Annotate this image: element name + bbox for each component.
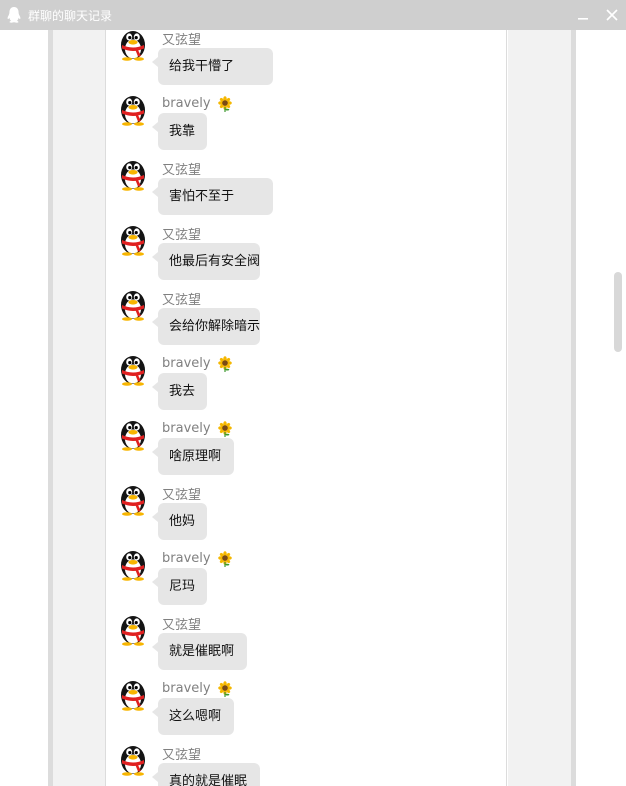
avatar[interactable] xyxy=(118,417,148,451)
message-text: 害怕不至于 xyxy=(169,189,235,204)
sender-name[interactable]: bravely xyxy=(162,356,211,371)
sunflower-icon xyxy=(217,96,233,112)
message-bubble[interactable]: 真的就是催眠 xyxy=(152,763,260,786)
chat-message: 又弦望 真的就是催眠 xyxy=(118,742,418,786)
sender-name[interactable]: 又弦望 xyxy=(162,228,201,243)
sender-name[interactable]: bravely xyxy=(162,551,211,566)
close-icon xyxy=(606,9,618,21)
title-bar[interactable]: 群聊的聊天记录 xyxy=(0,0,626,30)
avatar[interactable] xyxy=(118,612,148,646)
message-text: 会给你解除暗示 xyxy=(169,319,261,334)
sender-row: 又弦望 xyxy=(162,158,201,178)
message-text: 他最后有安全阀 xyxy=(169,254,261,269)
message-bubble[interactable]: 尼玛 xyxy=(152,568,207,605)
avatar[interactable] xyxy=(118,287,148,321)
bubble-tail xyxy=(152,382,158,392)
avatar[interactable] xyxy=(118,352,148,386)
bubble-tail xyxy=(152,317,158,327)
chat-message: 又弦望 他妈 xyxy=(118,482,418,547)
message-text: 这么嗯啊 xyxy=(169,709,222,724)
sender-row: bravely xyxy=(162,93,233,109)
message-text: 我靠 xyxy=(169,124,196,139)
sender-row: bravely xyxy=(162,678,233,694)
avatar[interactable] xyxy=(118,27,148,61)
sunflower-icon xyxy=(217,551,233,567)
avatar[interactable] xyxy=(118,157,148,191)
sender-row: bravely xyxy=(162,418,233,434)
sender-name[interactable]: 又弦望 xyxy=(162,488,201,503)
chat-message: 又弦望 他最后有安全阀 xyxy=(118,222,418,287)
bubble-tail xyxy=(152,577,158,587)
bubble-tail xyxy=(152,57,158,67)
sender-row: 又弦望 xyxy=(162,483,201,503)
bubble-tail xyxy=(152,512,158,522)
message-bubble[interactable]: 害怕不至于 xyxy=(152,178,273,215)
chat-message: 又弦望 会给你解除暗示 xyxy=(118,287,418,352)
sender-name[interactable]: bravely xyxy=(162,96,211,111)
sender-row: 又弦望 xyxy=(162,743,201,763)
sender-row: 又弦望 xyxy=(162,28,201,48)
qq-penguin-icon xyxy=(7,7,21,23)
sender-row: 又弦望 xyxy=(162,223,201,243)
minimize-icon xyxy=(578,18,588,20)
avatar[interactable] xyxy=(118,222,148,256)
message-bubble[interactable]: 给我干懵了 xyxy=(152,48,273,85)
chat-message: bravely 我去 xyxy=(118,352,418,417)
message-text: 尼玛 xyxy=(169,579,196,594)
message-bubble[interactable]: 会给你解除暗示 xyxy=(152,308,261,345)
message-bubble[interactable]: 他最后有安全阀 xyxy=(152,243,261,280)
message-bubble[interactable]: 这么嗯啊 xyxy=(152,698,234,735)
avatar[interactable] xyxy=(118,482,148,516)
close-button[interactable] xyxy=(602,5,622,25)
sender-row: 又弦望 xyxy=(162,613,201,633)
chat-message: bravely 啥原理啊 xyxy=(118,417,418,482)
sunflower-icon xyxy=(217,421,233,437)
chat-message: bravely 这么嗯啊 xyxy=(118,677,418,742)
message-bubble[interactable]: 他妈 xyxy=(152,503,207,540)
bubble-tail xyxy=(152,772,158,782)
message-text: 啥原理啊 xyxy=(169,449,222,464)
sender-name[interactable]: 又弦望 xyxy=(162,748,201,763)
message-bubble[interactable]: 啥原理啊 xyxy=(152,438,234,475)
avatar[interactable] xyxy=(118,92,148,126)
scrollbar-thumb[interactable] xyxy=(614,272,622,352)
message-text: 我去 xyxy=(169,384,196,399)
sunflower-icon xyxy=(217,681,233,697)
sunflower-icon xyxy=(217,356,233,372)
message-text: 就是催眠啊 xyxy=(169,644,235,659)
chat-message: 又弦望 给我干懵了 xyxy=(118,27,418,92)
sender-name[interactable]: 又弦望 xyxy=(162,618,201,633)
chat-message: bravely 我靠 xyxy=(118,92,418,157)
message-list[interactable]: 又弦望 给我干懵了 bravely 我靠 又弦望 害怕不至于 又弦望 他最后有安… xyxy=(0,0,626,786)
avatar[interactable] xyxy=(118,742,148,776)
sender-name[interactable]: 又弦望 xyxy=(162,163,201,178)
chat-message: 又弦望 害怕不至于 xyxy=(118,157,418,222)
bubble-tail xyxy=(152,447,158,457)
message-text: 真的就是催眠 xyxy=(169,774,248,786)
message-bubble[interactable]: 就是催眠啊 xyxy=(152,633,247,670)
sender-name[interactable]: bravely xyxy=(162,421,211,436)
sender-name[interactable]: bravely xyxy=(162,681,211,696)
chat-message: bravely 尼玛 xyxy=(118,547,418,612)
sender-row: bravely xyxy=(162,548,233,564)
bubble-tail xyxy=(152,122,158,132)
sender-name[interactable]: 又弦望 xyxy=(162,293,201,308)
avatar[interactable] xyxy=(118,677,148,711)
chat-message: 又弦望 就是催眠啊 xyxy=(118,612,418,677)
message-bubble[interactable]: 我去 xyxy=(152,373,207,410)
avatar[interactable] xyxy=(118,547,148,581)
sender-row: 又弦望 xyxy=(162,288,201,308)
sender-name[interactable]: 又弦望 xyxy=(162,33,201,48)
message-text: 给我干懵了 xyxy=(169,59,235,74)
bubble-tail xyxy=(152,187,158,197)
bubble-tail xyxy=(152,707,158,717)
bubble-tail xyxy=(152,252,158,262)
message-text: 他妈 xyxy=(169,514,196,529)
message-bubble[interactable]: 我靠 xyxy=(152,113,207,150)
sender-row: bravely xyxy=(162,353,233,369)
window-title: 群聊的聊天记录 xyxy=(28,9,113,23)
minimize-button[interactable] xyxy=(573,5,593,25)
bubble-tail xyxy=(152,642,158,652)
